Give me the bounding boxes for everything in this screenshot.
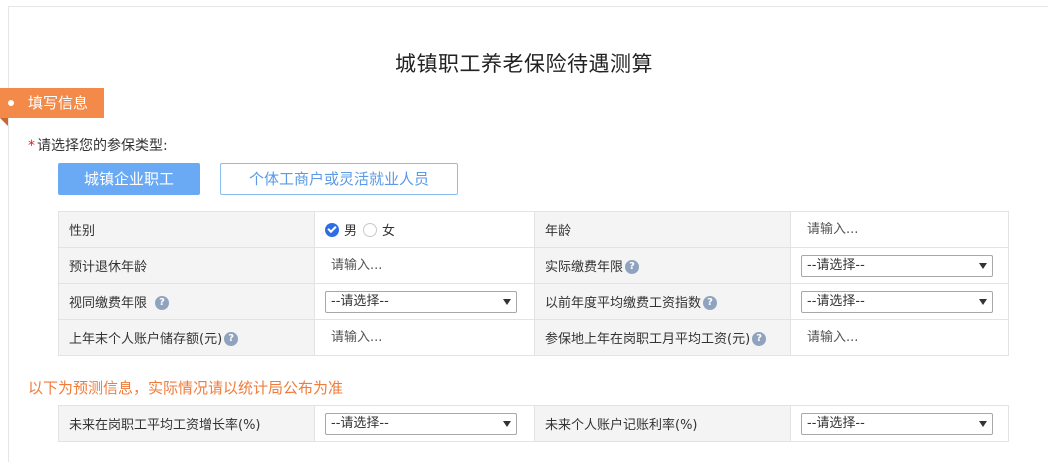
interest-rate-select[interactable]: --请选择-- bbox=[801, 412, 993, 435]
page-title: 城镇职工养老保险待遇测算 bbox=[395, 52, 653, 76]
retire-age-input[interactable] bbox=[325, 258, 481, 273]
table-row: 视同缴费年限? --请选择-- 以前年度平均缴费工资指数? --请选择-- bbox=[58, 283, 1009, 320]
caret-down-icon bbox=[979, 420, 987, 427]
caret-down-icon bbox=[503, 298, 511, 305]
table-row: 上年末个人账户储存额(元)? 参保地上年在岗职工月平均工资(元)? bbox=[58, 319, 1009, 356]
local-avg-wage-label: 参保地上年在岗职工月平均工资(元) bbox=[545, 332, 751, 347]
info-form-table: 性别 男 女 年龄 预计退休年龄 实际缴费年限? --请选择-- bbox=[58, 211, 1009, 356]
account-balance-input[interactable] bbox=[325, 330, 481, 345]
gender-female-label[interactable]: 女 bbox=[382, 220, 395, 239]
insured-type-enterprise-button[interactable]: 城镇企业职工 bbox=[58, 163, 200, 195]
actual-years-select[interactable]: --请选择-- bbox=[801, 254, 993, 277]
gender-label: 性别 bbox=[58, 211, 315, 248]
gender-radio-group: 男 女 bbox=[325, 220, 524, 239]
insured-type-prompt: * 请选择您的参保类型: bbox=[28, 135, 168, 155]
wage-growth-label: 未来在岗职工平均工资增长率(%) bbox=[58, 405, 315, 442]
table-row: 预计退休年龄 实际缴费年限? --请选择-- bbox=[58, 247, 1009, 284]
actual-years-label-cell: 实际缴费年限? bbox=[534, 247, 791, 284]
retire-age-field bbox=[314, 247, 535, 284]
avg-index-label: 以前年度平均缴费工资指数 bbox=[545, 296, 702, 311]
avg-index-field: --请选择-- bbox=[790, 283, 1009, 320]
forecast-form-table: 未来在岗职工平均工资增长率(%) --请选择-- 未来个人账户记账利率(%) -… bbox=[58, 405, 1009, 442]
gender-male-label[interactable]: 男 bbox=[344, 220, 357, 239]
help-icon[interactable]: ? bbox=[625, 260, 640, 274]
deemed-years-select-value: --请选择-- bbox=[331, 293, 389, 309]
required-mark: * bbox=[28, 138, 35, 154]
table-row: 性别 男 女 年龄 bbox=[58, 211, 1009, 248]
help-icon[interactable]: ? bbox=[224, 332, 239, 346]
actual-years-field: --请选择-- bbox=[790, 247, 1009, 284]
insured-type-flexible-button[interactable]: 个体工商户或灵活就业人员 bbox=[220, 163, 458, 195]
actual-years-label: 实际缴费年限 bbox=[545, 260, 624, 275]
forecast-notice: 以下为预测信息，实际情况请以统计局公布为准 bbox=[28, 379, 344, 397]
insured-type-prompt-text: 请选择您的参保类型: bbox=[37, 138, 168, 154]
help-icon[interactable]: ? bbox=[155, 296, 170, 310]
help-icon[interactable]: ? bbox=[703, 296, 718, 310]
account-balance-field bbox=[314, 319, 535, 356]
wage-growth-field: --请选择-- bbox=[314, 405, 535, 442]
caret-down-icon bbox=[503, 420, 511, 427]
avg-index-label-cell: 以前年度平均缴费工资指数? bbox=[534, 283, 791, 320]
avg-index-select[interactable]: --请选择-- bbox=[801, 290, 993, 313]
deemed-years-select[interactable]: --请选择-- bbox=[325, 290, 517, 313]
wage-growth-select[interactable]: --请选择-- bbox=[325, 412, 517, 435]
age-label: 年龄 bbox=[534, 211, 791, 248]
account-balance-label: 上年末个人账户储存额(元) bbox=[69, 332, 223, 347]
help-icon[interactable]: ? bbox=[752, 332, 767, 346]
account-balance-label-cell: 上年末个人账户储存额(元)? bbox=[58, 319, 315, 356]
bullet-dot-icon bbox=[8, 100, 14, 106]
local-avg-wage-label-cell: 参保地上年在岗职工月平均工资(元)? bbox=[534, 319, 791, 356]
interest-rate-select-value: --请选择-- bbox=[807, 415, 865, 431]
deemed-years-label-cell: 视同缴费年限? bbox=[58, 283, 315, 320]
deemed-years-field: --请选择-- bbox=[314, 283, 535, 320]
local-avg-wage-input[interactable] bbox=[801, 330, 957, 345]
actual-years-select-value: --请选择-- bbox=[807, 257, 865, 273]
caret-down-icon bbox=[979, 298, 987, 305]
gender-field: 男 女 bbox=[314, 211, 535, 248]
table-row: 未来在岗职工平均工资增长率(%) --请选择-- 未来个人账户记账利率(%) -… bbox=[58, 405, 1009, 442]
section-tag-fill-info: 填写信息 bbox=[0, 88, 104, 126]
age-input[interactable] bbox=[801, 222, 957, 237]
local-avg-wage-field bbox=[790, 319, 1009, 356]
retire-age-label: 预计退休年龄 bbox=[58, 247, 315, 284]
wage-growth-select-value: --请选择-- bbox=[331, 415, 389, 431]
interest-rate-field: --请选择-- bbox=[790, 405, 1009, 442]
deemed-years-label: 视同缴费年限 bbox=[69, 296, 148, 311]
section-tag-label: 填写信息 bbox=[28, 94, 89, 112]
gender-female-radio[interactable] bbox=[363, 222, 378, 237]
gender-male-radio[interactable] bbox=[325, 222, 339, 237]
ribbon-fold-icon bbox=[0, 118, 8, 126]
interest-rate-label: 未来个人账户记账利率(%) bbox=[534, 405, 791, 442]
age-field bbox=[790, 211, 1009, 248]
avg-index-select-value: --请选择-- bbox=[807, 293, 865, 309]
caret-down-icon bbox=[979, 262, 987, 269]
